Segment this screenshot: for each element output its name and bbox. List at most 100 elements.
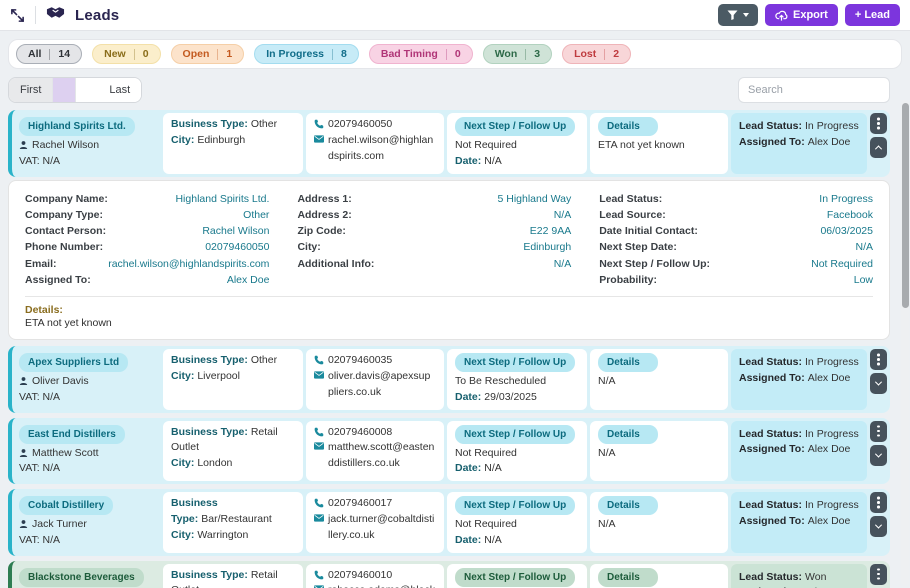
vat-value: N/A	[43, 462, 61, 474]
chip-label: Bad Timing	[381, 48, 438, 60]
row-menu-button[interactable]	[870, 564, 887, 585]
lead-contact-cell: 02079460035 oliver.davis@apexsuppliers.c…	[306, 349, 444, 410]
chip-label: Open	[183, 48, 210, 60]
add-lead-button[interactable]: + Lead	[845, 4, 900, 26]
export-label: Export	[793, 9, 828, 21]
city-label: City:	[171, 529, 194, 541]
detail-field: Additional Info: N/A	[297, 256, 571, 272]
chip-divider	[446, 49, 447, 60]
caret-down-icon	[743, 13, 749, 17]
detail-field-label: Zip Code:	[297, 223, 345, 239]
vat-label: VAT:	[19, 462, 40, 474]
lead-row[interactable]: Blackstone Beverages Rebecca Adams VAT: …	[8, 561, 890, 588]
lead-row[interactable]: Apex Suppliers Ltd Oliver Davis VAT: N/A…	[8, 346, 890, 413]
pagination-last[interactable]: Last	[98, 78, 141, 102]
business-type-value: Other	[251, 354, 277, 366]
chip-label: Won	[495, 48, 518, 60]
phone-value: 02079460017	[328, 496, 392, 512]
row-expand-button[interactable]	[870, 445, 887, 466]
search-input[interactable]	[738, 77, 890, 103]
row-actions	[870, 349, 887, 410]
phone-icon	[314, 570, 324, 580]
scrollbar-track[interactable]	[901, 100, 909, 586]
detail-field: Address 1: 5 Highland Way	[297, 191, 571, 207]
chip-count: 14	[58, 48, 70, 60]
detail-field-value: In Progress	[819, 191, 873, 207]
lead-contact-cell: 02079460017 jack.turner@cobaltdistillery…	[306, 492, 444, 553]
email-value: oliver.davis@apexsuppliers.co.uk	[328, 369, 436, 401]
row-expand-button[interactable]	[870, 137, 887, 158]
business-type-label: Business Type:	[171, 354, 248, 366]
filter-button[interactable]	[718, 4, 758, 26]
lead-contact-cell: 02079460010 rebecca.adams@blackstonebeve…	[306, 564, 444, 588]
status-filter-chip[interactable]: Lost 2	[562, 44, 631, 64]
person-icon	[19, 519, 28, 529]
lead-next-step-cell: Next Step / Follow Up Not Required Date:…	[447, 492, 587, 553]
detail-field-label: Company Type:	[25, 207, 103, 223]
cloud-upload-icon	[775, 10, 788, 21]
lead-row[interactable]: East End Distillers Matthew Scott VAT: N…	[8, 418, 890, 485]
chip-divider	[217, 49, 218, 60]
status-filter-chip[interactable]: In Progress 8	[254, 44, 359, 64]
lead-contact-cell: 02079460008 matthew.scott@eastenddistill…	[306, 421, 444, 482]
lead-status-cell: Lead Status:In Progress Assigned To:Alex…	[731, 349, 867, 410]
detail-field-label: Contact Person:	[25, 223, 106, 239]
city-label: City:	[171, 457, 194, 469]
lead-details-cell: Details N/A	[590, 421, 728, 482]
lead-row[interactable]: Highland Spirits Ltd. Rachel Wilson VAT:…	[8, 110, 890, 177]
detail-field-label: Next Step / Follow Up:	[599, 256, 710, 272]
detail-field-label: Address 1:	[297, 191, 351, 207]
chip-divider	[134, 49, 135, 60]
detail-field-label: Assigned To:	[25, 272, 91, 288]
pagination-first[interactable]: First	[9, 78, 53, 102]
email-icon	[314, 442, 324, 450]
export-button[interactable]: Export	[765, 4, 838, 26]
status-filter-chip[interactable]: Won 3	[483, 44, 552, 64]
detail-field-label: Company Name:	[25, 191, 108, 207]
detail-field-value: Low	[854, 272, 873, 288]
scrollbar-thumb[interactable]	[902, 103, 909, 308]
status-filter-chip[interactable]: All 14	[16, 44, 82, 64]
row-menu-button[interactable]	[870, 421, 887, 442]
chip-divider	[525, 49, 526, 60]
lead-status-cell: Lead Status:In Progress Assigned To:Alex…	[731, 421, 867, 482]
lead-status-label: Lead Status:	[739, 120, 802, 132]
row-expand-button[interactable]	[870, 373, 887, 394]
status-filter-chip[interactable]: Open 1	[171, 44, 245, 64]
lead-status-value: In Progress	[805, 428, 859, 440]
vat-label: VAT:	[19, 534, 40, 546]
phone-icon	[314, 119, 324, 129]
details-text: N/A	[598, 374, 720, 390]
page-number-button[interactable]	[53, 78, 76, 102]
status-filter-bar: All 14 New 0 Open 1 In Progress 8 Bad Ti…	[8, 39, 902, 69]
next-step-value: To Be Rescheduled	[455, 374, 579, 390]
lead-business-cell: Business Type:Retail Outlet City:Manches…	[163, 564, 303, 588]
row-menu-button[interactable]	[870, 113, 887, 134]
vat-label: VAT:	[19, 391, 40, 403]
chip-divider	[332, 49, 333, 60]
lead-company-cell: Apex Suppliers Ltd Oliver Davis VAT: N/A	[15, 349, 160, 410]
row-expand-button[interactable]	[870, 516, 887, 537]
details-section: Details: ETA not yet known	[25, 296, 873, 329]
status-filter-chip[interactable]: New 0	[92, 44, 160, 64]
pagination-row: First Last	[8, 77, 890, 103]
city-value: Edinburgh	[197, 134, 245, 146]
row-menu-button[interactable]	[870, 349, 887, 370]
date-label: Date:	[455, 534, 481, 546]
email-icon	[314, 135, 324, 143]
row-actions	[870, 564, 887, 588]
detail-field-value: N/A	[554, 207, 572, 223]
status-filter-chip[interactable]: Bad Timing 0	[369, 44, 473, 64]
vat-line: VAT: N/A	[19, 390, 152, 406]
row-actions	[870, 492, 887, 553]
page-number-button[interactable]	[76, 78, 98, 102]
collapse-icon[interactable]	[10, 8, 25, 23]
assigned-to-value: Alex Doe	[808, 372, 851, 384]
lead-next-step-cell: Next Step / Follow Up Not Required Date:…	[447, 564, 587, 588]
row-menu-button[interactable]	[870, 492, 887, 513]
vat-line: VAT: N/A	[19, 461, 152, 477]
lead-row[interactable]: Cobalt Distillery Jack Turner VAT: N/A B…	[8, 489, 890, 556]
date-value: N/A	[484, 534, 502, 546]
detail-field: Address 2: N/A	[297, 207, 571, 223]
detail-field-label: Probability:	[599, 272, 657, 288]
